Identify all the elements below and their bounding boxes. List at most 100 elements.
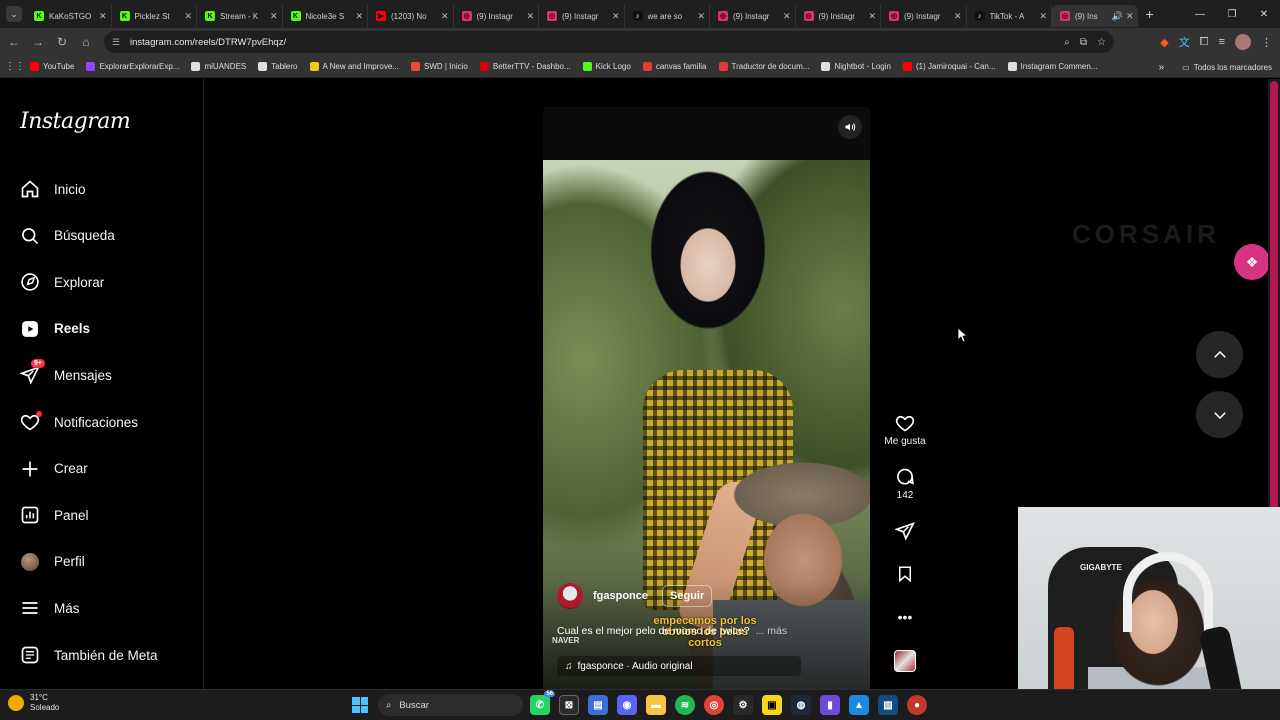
tab-close-icon[interactable]: ✕ <box>868 11 876 22</box>
browser-tab[interactable]: ♪ we are so ✕ <box>625 5 710 27</box>
bookmark-item[interactable]: ExplorarExplorarExp... <box>86 62 179 71</box>
sidebar-item-reels[interactable]: Reels <box>20 314 190 344</box>
minimize-icon[interactable]: — <box>1184 9 1216 20</box>
tab-search-button[interactable]: ⌄ <box>6 6 22 22</box>
start-button[interactable] <box>352 697 368 713</box>
browser-tab[interactable]: K KaKoSTGO ✕ <box>26 5 112 27</box>
weather-widget[interactable]: 31°C Soleado <box>8 693 59 713</box>
save-action[interactable] <box>878 564 932 584</box>
tab-close-icon[interactable]: ✕ <box>612 11 620 22</box>
home-browser-icon[interactable]: ⌂ <box>74 35 98 49</box>
settings-icon[interactable]: ⚙ <box>733 695 753 715</box>
tab-close-icon[interactable]: ✕ <box>954 11 962 22</box>
notepad-icon[interactable]: ▤ <box>588 695 608 715</box>
discord-icon[interactable]: ◉ <box>617 695 637 715</box>
previous-reel-button[interactable] <box>1196 331 1243 378</box>
browser-tab[interactable]: ◎ (9) Instagr ✕ <box>796 5 881 27</box>
heart-icon[interactable] <box>895 413 915 433</box>
steam-icon[interactable]: ◍ <box>791 695 811 715</box>
arc-icon[interactable]: ▲ <box>849 695 869 715</box>
chrome-icon[interactable]: ◎ <box>704 695 724 715</box>
bookmark-icon[interactable] <box>896 564 914 584</box>
apps-grid-icon[interactable]: ⋮⋮ <box>0 61 30 72</box>
new-tab-button[interactable]: + <box>1146 6 1154 22</box>
bookmark-item[interactable]: miUANDES <box>191 62 246 71</box>
close-window-icon[interactable]: ✕ <box>1248 9 1280 20</box>
floating-widget-button[interactable]: ❖ <box>1234 244 1270 280</box>
extensions-puzzle-icon[interactable]: ⧠ <box>1200 36 1209 49</box>
sidebar-item-crear[interactable]: Crear <box>20 454 190 484</box>
bookmark-item[interactable]: BetterTTV - Dashbo... <box>479 62 571 71</box>
tab-audio-icon[interactable]: 🔊 <box>1112 11 1123 22</box>
tab-close-icon[interactable]: ✕ <box>783 11 791 22</box>
maximize-icon[interactable]: ❐ <box>1216 9 1248 20</box>
caption-more-link[interactable]: ... más <box>756 625 788 637</box>
profile-avatar[interactable] <box>1235 34 1251 50</box>
bookmark-item[interactable]: Kick Logo <box>582 62 631 71</box>
bookmark-item[interactable]: Traductor de docum... <box>718 62 809 71</box>
bookmark-item[interactable]: Tablero <box>258 62 298 71</box>
bookmark-item[interactable]: Instagram Commen... <box>1007 62 1097 71</box>
tab-close-icon[interactable]: ✕ <box>270 11 278 22</box>
tab-close-icon[interactable]: ✕ <box>184 11 192 22</box>
more-options-icon[interactable]: ••• <box>878 609 932 625</box>
sticky-notes-icon[interactable]: ▣ <box>762 695 782 715</box>
share-icon[interactable] <box>895 521 915 541</box>
browser-tab[interactable]: ◎ (9) Instagr ✕ <box>539 5 625 27</box>
tab-close-icon[interactable]: ✕ <box>355 11 363 22</box>
media-control-icon[interactable]: ≡ <box>1219 36 1225 48</box>
photos-icon[interactable]: ▧ <box>878 695 898 715</box>
tab-close-icon[interactable]: ✕ <box>1126 11 1134 22</box>
browser-tab[interactable]: ♪ TikTok - A ✕ <box>967 5 1052 27</box>
bookmark-item[interactable]: (1) Jamiroquai - Can... <box>902 62 996 71</box>
tab-close-icon[interactable]: ✕ <box>99 11 107 22</box>
bookmark-item[interactable]: Nightbot - Login <box>821 62 891 71</box>
share-action[interactable] <box>878 521 932 541</box>
sidebar-item-también-de-meta[interactable]: También de Meta <box>20 640 190 670</box>
install-icon[interactable]: ⧉ <box>1080 37 1087 48</box>
tab-close-icon[interactable]: ✕ <box>441 11 449 22</box>
all-bookmarks-button[interactable]: Todos los marcadores <box>1194 63 1272 72</box>
twitch-icon[interactable]: ▮ <box>820 695 840 715</box>
taskbar-search[interactable]: ⌕ Buscar <box>378 694 523 716</box>
spotify-icon[interactable]: ≋ <box>675 695 695 715</box>
tab-close-icon[interactable]: ✕ <box>1039 11 1047 22</box>
whatsapp-icon[interactable]: ✆ 56 <box>530 691 555 715</box>
address-bar[interactable]: ☰ instagram.com/reels/DTRW7pvEhqz/ ⌕ ⧉ ☆ <box>104 31 1114 53</box>
extension-fox-icon[interactable]: ◆ <box>1160 36 1168 49</box>
comment-icon[interactable] <box>895 467 915 487</box>
browser-tab[interactable]: K Picklez St ✕ <box>112 5 197 27</box>
reload-icon[interactable]: ↻ <box>50 35 74 49</box>
volume-icon[interactable] <box>838 115 862 139</box>
browser-tab[interactable]: ◎ (9) Instagr ✕ <box>710 5 796 27</box>
browser-menu-icon[interactable]: ⋮ <box>1261 36 1272 49</box>
reel-video[interactable]: fgasponce Seguir empecemos por los obvio… <box>543 107 870 689</box>
browser-tab[interactable]: ◎ (9) Ins 🔊 ✕ <box>1052 5 1138 27</box>
bookmark-item[interactable]: YouTube <box>30 62 74 71</box>
next-reel-button[interactable] <box>1196 391 1243 438</box>
sidebar-item-más[interactable]: Más <box>20 593 190 623</box>
browser-tab[interactable]: K Nicole3e S ✕ <box>283 5 368 27</box>
bookmark-item[interactable]: SWD | Inicio <box>410 62 468 71</box>
chevron-double-right-icon[interactable]: » <box>1159 62 1165 73</box>
obs-icon[interactable]: ● <box>907 695 927 715</box>
sidebar-item-búsqueda[interactable]: Búsqueda <box>20 221 190 251</box>
bookmark-item[interactable]: A New and Improve... <box>309 62 399 71</box>
sidebar-item-perfil[interactable]: Perfil <box>20 547 190 577</box>
tab-close-icon[interactable]: ✕ <box>526 11 534 22</box>
audio-thumbnail[interactable] <box>878 650 932 672</box>
sidebar-item-inicio[interactable]: Inicio <box>20 174 190 204</box>
browser-tab[interactable]: ▶ (1203) No ✕ <box>368 5 454 27</box>
bookmark-item[interactable]: canvas familia <box>642 62 707 71</box>
instagram-logo[interactable]: Instagram <box>20 109 131 134</box>
comment-action[interactable]: 142 <box>878 467 932 501</box>
author-username[interactable]: fgasponce <box>593 590 648 602</box>
browser-tab[interactable]: ◎ (9) Instagr ✕ <box>881 5 967 27</box>
sidebar-item-notificaciones[interactable]: Notificaciones <box>20 407 190 437</box>
sidebar-item-mensajes[interactable]: 9+ Mensajes <box>20 359 190 390</box>
zoom-icon[interactable]: ⌕ <box>1064 37 1070 48</box>
file-explorer-icon[interactable]: ▬ <box>646 695 666 715</box>
browser-tab[interactable]: K Stream - K ✕ <box>197 5 283 27</box>
extension-translate-icon[interactable]: 文 <box>1179 34 1190 50</box>
sidebar-item-panel[interactable]: Panel <box>20 500 190 530</box>
